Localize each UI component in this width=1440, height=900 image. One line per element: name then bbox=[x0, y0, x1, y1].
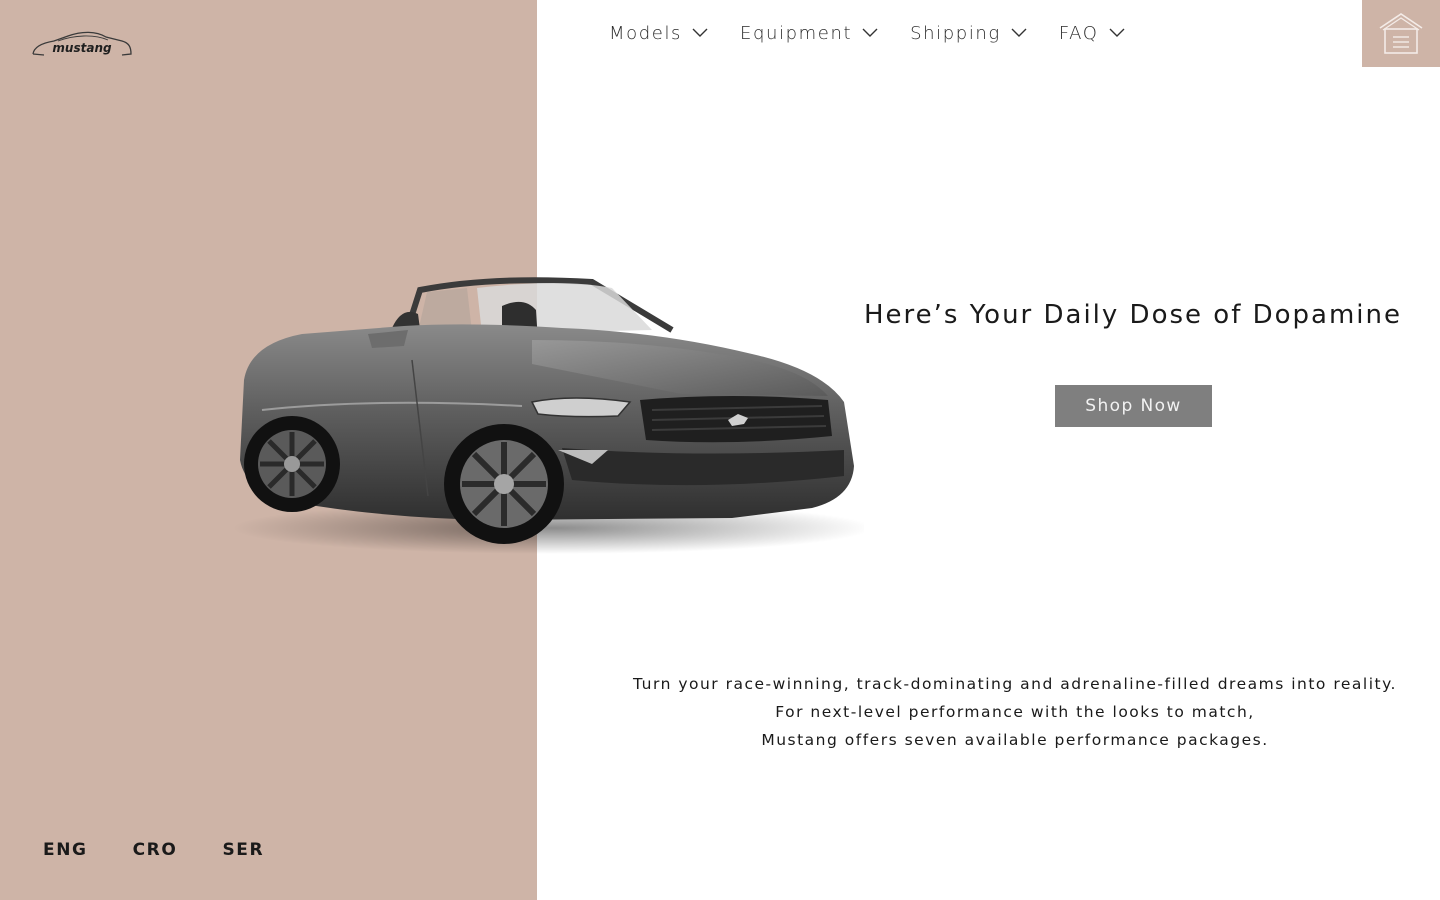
chevron-down-icon bbox=[1011, 28, 1027, 37]
nav-item-shipping[interactable]: Shipping bbox=[910, 23, 1027, 44]
description-line: Mustang offers seven available performan… bbox=[761, 731, 1269, 749]
home-menu-icon bbox=[1379, 12, 1423, 54]
mustang-logo[interactable]: mustang bbox=[30, 28, 134, 62]
car-silhouette-logo-icon: mustang bbox=[32, 31, 132, 56]
chevron-down-icon bbox=[862, 28, 878, 37]
nav-item-equipment[interactable]: Equipment bbox=[740, 23, 878, 44]
chevron-down-icon bbox=[692, 28, 708, 37]
menu-button[interactable] bbox=[1362, 0, 1440, 67]
shop-now-button[interactable]: Shop Now bbox=[1055, 385, 1212, 427]
nav-item-models[interactable]: Models bbox=[609, 23, 708, 44]
mustang-convertible-image bbox=[232, 277, 864, 554]
nav-item-faq[interactable]: FAQ bbox=[1059, 23, 1125, 44]
logo-text: mustang bbox=[52, 41, 112, 55]
description-line: For next-level performance with the look… bbox=[775, 703, 1255, 721]
nav-item-label: Shipping bbox=[910, 22, 1001, 44]
nav-item-label: Models bbox=[609, 22, 683, 44]
language-switcher: ENG CRO SER bbox=[43, 840, 309, 860]
language-option-ser[interactable]: SER bbox=[222, 840, 264, 860]
language-option-eng[interactable]: ENG bbox=[43, 840, 88, 860]
chevron-down-icon bbox=[1109, 28, 1125, 37]
hero-description: Turn your race-winning, track-dominating… bbox=[600, 670, 1430, 754]
language-option-cro[interactable]: CRO bbox=[133, 840, 178, 860]
main-nav: Models Equipment Shipping FAQ bbox=[609, 20, 1157, 46]
nav-item-label: FAQ bbox=[1058, 22, 1099, 44]
description-line: Turn your race-winning, track-dominating… bbox=[633, 675, 1397, 693]
hero-headline: Here’s Your Daily Dose of Dopamine bbox=[864, 300, 1403, 330]
nav-item-label: Equipment bbox=[740, 22, 853, 44]
